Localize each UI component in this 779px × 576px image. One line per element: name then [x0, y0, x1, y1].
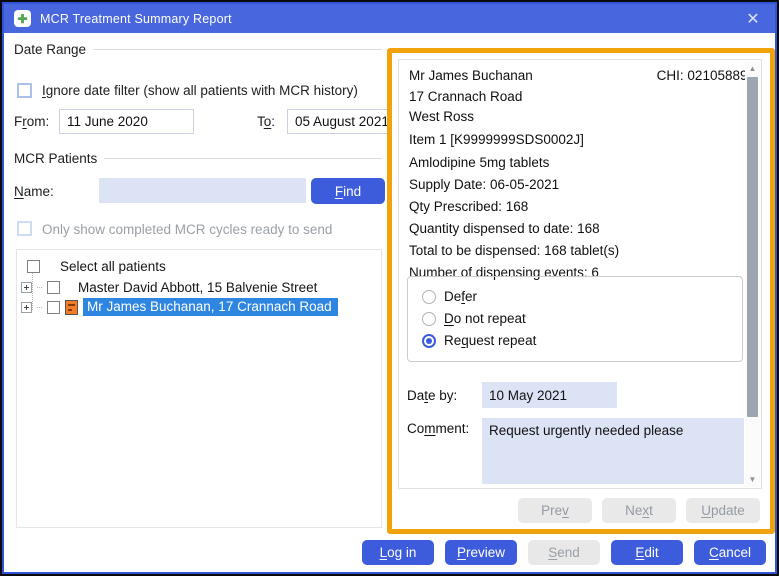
- patient-checkbox-abbott[interactable]: [47, 281, 60, 294]
- detail-qty-prescribed: Qty Prescribed: 168: [409, 199, 528, 214]
- name-label: Name:: [14, 184, 54, 199]
- comment-label: Comment:: [407, 421, 469, 436]
- update-button[interactable]: Update: [686, 498, 760, 523]
- close-icon[interactable]: ✕: [741, 7, 765, 31]
- tree-connector: [37, 287, 42, 288]
- to-label: To:: [257, 114, 275, 129]
- patient-label-buchanan[interactable]: Mr James Buchanan, 17 Crannach Road: [83, 298, 338, 316]
- select-all-checkbox[interactable]: [27, 260, 40, 273]
- detail-drug: Amlodipine 5mg tablets: [409, 155, 549, 170]
- tree-connector: [37, 307, 42, 308]
- next-button[interactable]: Next: [602, 498, 676, 523]
- dialog-body: ✚ MCR Treatment Summary Report ✕ Date Ra…: [2, 2, 777, 574]
- scroll-up-icon[interactable]: ▲: [745, 61, 760, 76]
- footer-button-row: Log in Preview Send Edit Cancel: [4, 540, 766, 565]
- ignore-date-filter-label: Ignore date filter (show all patients wi…: [42, 83, 358, 98]
- defer-label: Defer: [444, 289, 477, 304]
- preview-button[interactable]: Preview: [445, 540, 517, 565]
- edit-button[interactable]: Edit: [611, 540, 683, 565]
- patient-tree[interactable]: Select all patients Master David Abbott,…: [16, 249, 382, 528]
- send-button[interactable]: Send: [528, 540, 600, 565]
- do-not-repeat-radio[interactable]: [422, 312, 436, 326]
- request-repeat-radio-row[interactable]: Request repeat: [422, 333, 536, 348]
- only-completed-label: Only show completed MCR cycles ready to …: [42, 222, 332, 237]
- repeat-options-group: Defer Do not repeat Request repeat: [407, 276, 743, 362]
- ignore-date-filter-checkbox[interactable]: [17, 83, 32, 98]
- detail-supply-date: Supply Date: 06-05-2021: [409, 177, 559, 192]
- only-completed-checkbox[interactable]: [17, 221, 32, 236]
- patient-row-buchanan[interactable]: Mr James Buchanan, 17 Crannach Road: [21, 298, 338, 316]
- mcr-cycle-icon: [65, 300, 78, 315]
- cancel-button[interactable]: Cancel: [694, 540, 766, 565]
- select-all-label: Select all patients: [60, 259, 166, 274]
- mcr-treatment-summary-dialog: ✚ MCR Treatment Summary Report ✕ Date Ra…: [0, 0, 779, 576]
- detail-qty-dispensed: Quantity dispensed to date: 168: [409, 221, 600, 236]
- date-by-label: Date by:: [407, 388, 457, 403]
- expand-plus-icon[interactable]: [21, 282, 32, 293]
- detail-address-2: West Ross: [409, 109, 474, 124]
- window-title: MCR Treatment Summary Report: [40, 12, 232, 26]
- from-label: From:: [14, 114, 49, 129]
- prev-button[interactable]: Prev: [518, 498, 592, 523]
- detail-button-row: Prev Next Update: [518, 498, 760, 523]
- scroll-down-icon[interactable]: ▼: [745, 472, 760, 487]
- detail-total-dispensed: Total to be dispensed: 168 tablet(s): [409, 243, 619, 258]
- patient-label-abbott[interactable]: Master David Abbott, 15 Balvenie Street: [78, 280, 317, 295]
- detail-address-1: 17 Crannach Road: [409, 89, 522, 104]
- date-by-input[interactable]: [482, 382, 617, 408]
- patient-checkbox-buchanan[interactable]: [47, 301, 60, 314]
- detail-scrollbar[interactable]: ▲ ▼: [745, 61, 760, 487]
- request-repeat-label: Request repeat: [444, 333, 536, 348]
- treatment-detail-panel: Mr James Buchanan CHI: 021058891 17 Cran…: [387, 48, 775, 534]
- patient-name-input[interactable]: [99, 178, 306, 203]
- patient-row-abbott[interactable]: Master David Abbott, 15 Balvenie Street: [21, 278, 317, 296]
- date-range-group-label: Date Range: [14, 42, 382, 57]
- log-in-button[interactable]: Log in: [362, 540, 434, 565]
- do-not-repeat-radio-row[interactable]: Do not repeat: [422, 311, 526, 326]
- expand-plus-icon[interactable]: [21, 302, 32, 313]
- find-button[interactable]: Find: [311, 178, 385, 204]
- pharmacy-cross-icon: ✚: [14, 10, 31, 27]
- titlebar[interactable]: ✚ MCR Treatment Summary Report ✕: [4, 4, 775, 33]
- comment-textarea[interactable]: Request urgently needed please: [482, 418, 744, 484]
- detail-patient-name: Mr James Buchanan: [409, 68, 533, 83]
- select-all-row[interactable]: Select all patients: [27, 257, 166, 275]
- from-date-input[interactable]: [59, 109, 194, 134]
- mcr-patients-group-label: MCR Patients: [14, 151, 382, 166]
- defer-radio[interactable]: [422, 290, 436, 304]
- do-not-repeat-label: Do not repeat: [444, 311, 526, 326]
- scrollbar-thumb[interactable]: [747, 77, 758, 417]
- defer-radio-row[interactable]: Defer: [422, 289, 477, 304]
- request-repeat-radio[interactable]: [422, 334, 436, 348]
- detail-item-code: Item 1 [K9999999SDS0002J]: [409, 132, 584, 147]
- detail-chi-number: CHI: 021058891: [657, 68, 755, 83]
- treatment-detail-scroll-area[interactable]: Mr James Buchanan CHI: 021058891 17 Cran…: [398, 59, 762, 489]
